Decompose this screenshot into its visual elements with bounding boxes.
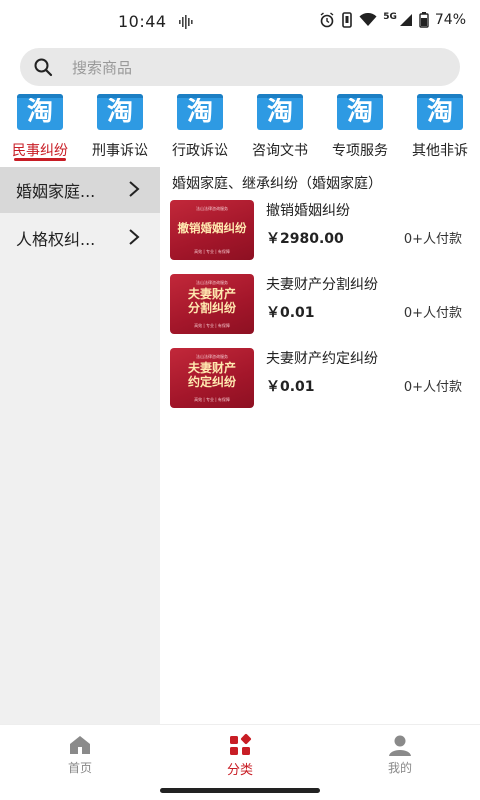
taobao-icon: 淘	[257, 94, 303, 130]
product-thumbnail: 法山法律咨询服务 夫妻财产 分割纠纷 高效 | 专业 | 有保障	[170, 274, 254, 334]
category-label: 民事纠纷	[12, 143, 68, 159]
product-price: ￥0.01	[266, 305, 315, 321]
category-label: 咨询文书	[252, 143, 308, 159]
product-sales: 0+人付款	[403, 232, 462, 247]
category-label: 专项服务	[332, 143, 388, 159]
tab-category[interactable]: 分类	[160, 725, 320, 781]
product-thumbnail: 法山法律咨询服务 撤销婚姻纠纷 高效 | 专业 | 有保障	[170, 200, 254, 260]
vibrate-icon	[342, 12, 353, 28]
wifi-icon	[359, 13, 377, 26]
taobao-icon: 淘	[337, 94, 383, 130]
product-name: 夫妻财产约定纠纷	[266, 351, 378, 367]
product-name: 撤销婚姻纠纷	[266, 203, 350, 219]
user-icon	[389, 735, 411, 756]
sidebar: 婚姻家庭... 人格权纠...	[0, 167, 160, 724]
sidebar-item-personality[interactable]: 人格权纠...	[0, 215, 160, 261]
category-label: 其他非诉	[412, 143, 468, 159]
network-type: 5G	[383, 12, 397, 22]
tab-label: 我的	[387, 761, 412, 775]
search-input[interactable]: 搜索商品	[20, 48, 460, 86]
sidebar-item-label: 人格权纠...	[16, 230, 96, 249]
alarm-icon	[320, 12, 334, 28]
category-minshi[interactable]: 淘 民事纠纷	[0, 92, 80, 162]
category-label: 刑事诉讼	[92, 143, 148, 159]
product-price: ￥2980.00	[266, 231, 344, 247]
product-thumbnail: 法山法律咨询服务 夫妻财产 约定纠纷 高效 | 专业 | 有保障	[170, 348, 254, 408]
search-placeholder: 搜索商品	[72, 58, 133, 77]
status-bar: 10:44 5G 74%	[0, 0, 480, 44]
product-sales: 0+人付款	[403, 380, 462, 395]
product-sales: 0+人付款	[403, 306, 462, 321]
chevron-right-icon	[129, 181, 140, 197]
tab-label: 分类	[226, 763, 253, 778]
status-indicators: 5G 74%	[319, 12, 466, 28]
search-icon	[34, 58, 53, 77]
sidebar-item-label: 婚姻家庭...	[16, 182, 96, 201]
category-tabs: 淘 民事纠纷 淘 刑事诉讼 淘 行政诉讼 淘 咨询文书 淘 专项服务 淘 其他非…	[0, 92, 480, 162]
tab-home[interactable]: 首页	[0, 725, 160, 781]
category-xingzheng[interactable]: 淘 行政诉讼	[160, 92, 240, 162]
taobao-icon: 淘	[177, 94, 223, 130]
taobao-icon: 淘	[17, 94, 63, 130]
product-item[interactable]: 法山法律咨询服务 撤销婚姻纠纷 高效 | 专业 | 有保障 撤销婚姻纠纷 ￥29…	[170, 200, 470, 262]
product-name: 夫妻财产分割纠纷	[266, 277, 378, 293]
taobao-icon: 淘	[97, 94, 143, 130]
chevron-right-icon	[129, 229, 140, 245]
bottom-tab-bar: 首页 分类 我的	[0, 724, 480, 780]
category-zhuanxiang[interactable]: 淘 专项服务	[320, 92, 400, 162]
category-label: 行政诉讼	[172, 143, 228, 159]
voice-wave-icon	[179, 15, 193, 29]
battery-level: 74%	[434, 12, 466, 28]
tab-mine[interactable]: 我的	[320, 725, 480, 781]
signal-icon	[399, 14, 412, 26]
section-title: 婚姻家庭、继承纠纷（婚姻家庭）	[172, 176, 382, 192]
category-qita[interactable]: 淘 其他非诉	[400, 92, 480, 162]
category-xingshi[interactable]: 淘 刑事诉讼	[80, 92, 160, 162]
sidebar-item-marriage[interactable]: 婚姻家庭...	[0, 167, 160, 213]
active-underline	[14, 158, 66, 161]
battery-icon	[419, 12, 429, 28]
status-time: 10:44	[118, 12, 167, 31]
product-item[interactable]: 法山法律咨询服务 夫妻财产 分割纠纷 高效 | 专业 | 有保障 夫妻财产分割纠…	[170, 274, 470, 336]
home-indicator	[160, 788, 320, 793]
tab-label: 首页	[67, 761, 92, 775]
taobao-icon: 淘	[417, 94, 463, 130]
product-list: 婚姻家庭、继承纠纷（婚姻家庭） 法山法律咨询服务 撤销婚姻纠纷 高效 | 专业 …	[160, 167, 480, 724]
product-item[interactable]: 法山法律咨询服务 夫妻财产 约定纠纷 高效 | 专业 | 有保障 夫妻财产约定纠…	[170, 348, 470, 410]
category-grid-icon	[230, 733, 252, 755]
home-icon	[70, 736, 90, 754]
category-zixun[interactable]: 淘 咨询文书	[240, 92, 320, 162]
product-price: ￥0.01	[266, 379, 315, 395]
